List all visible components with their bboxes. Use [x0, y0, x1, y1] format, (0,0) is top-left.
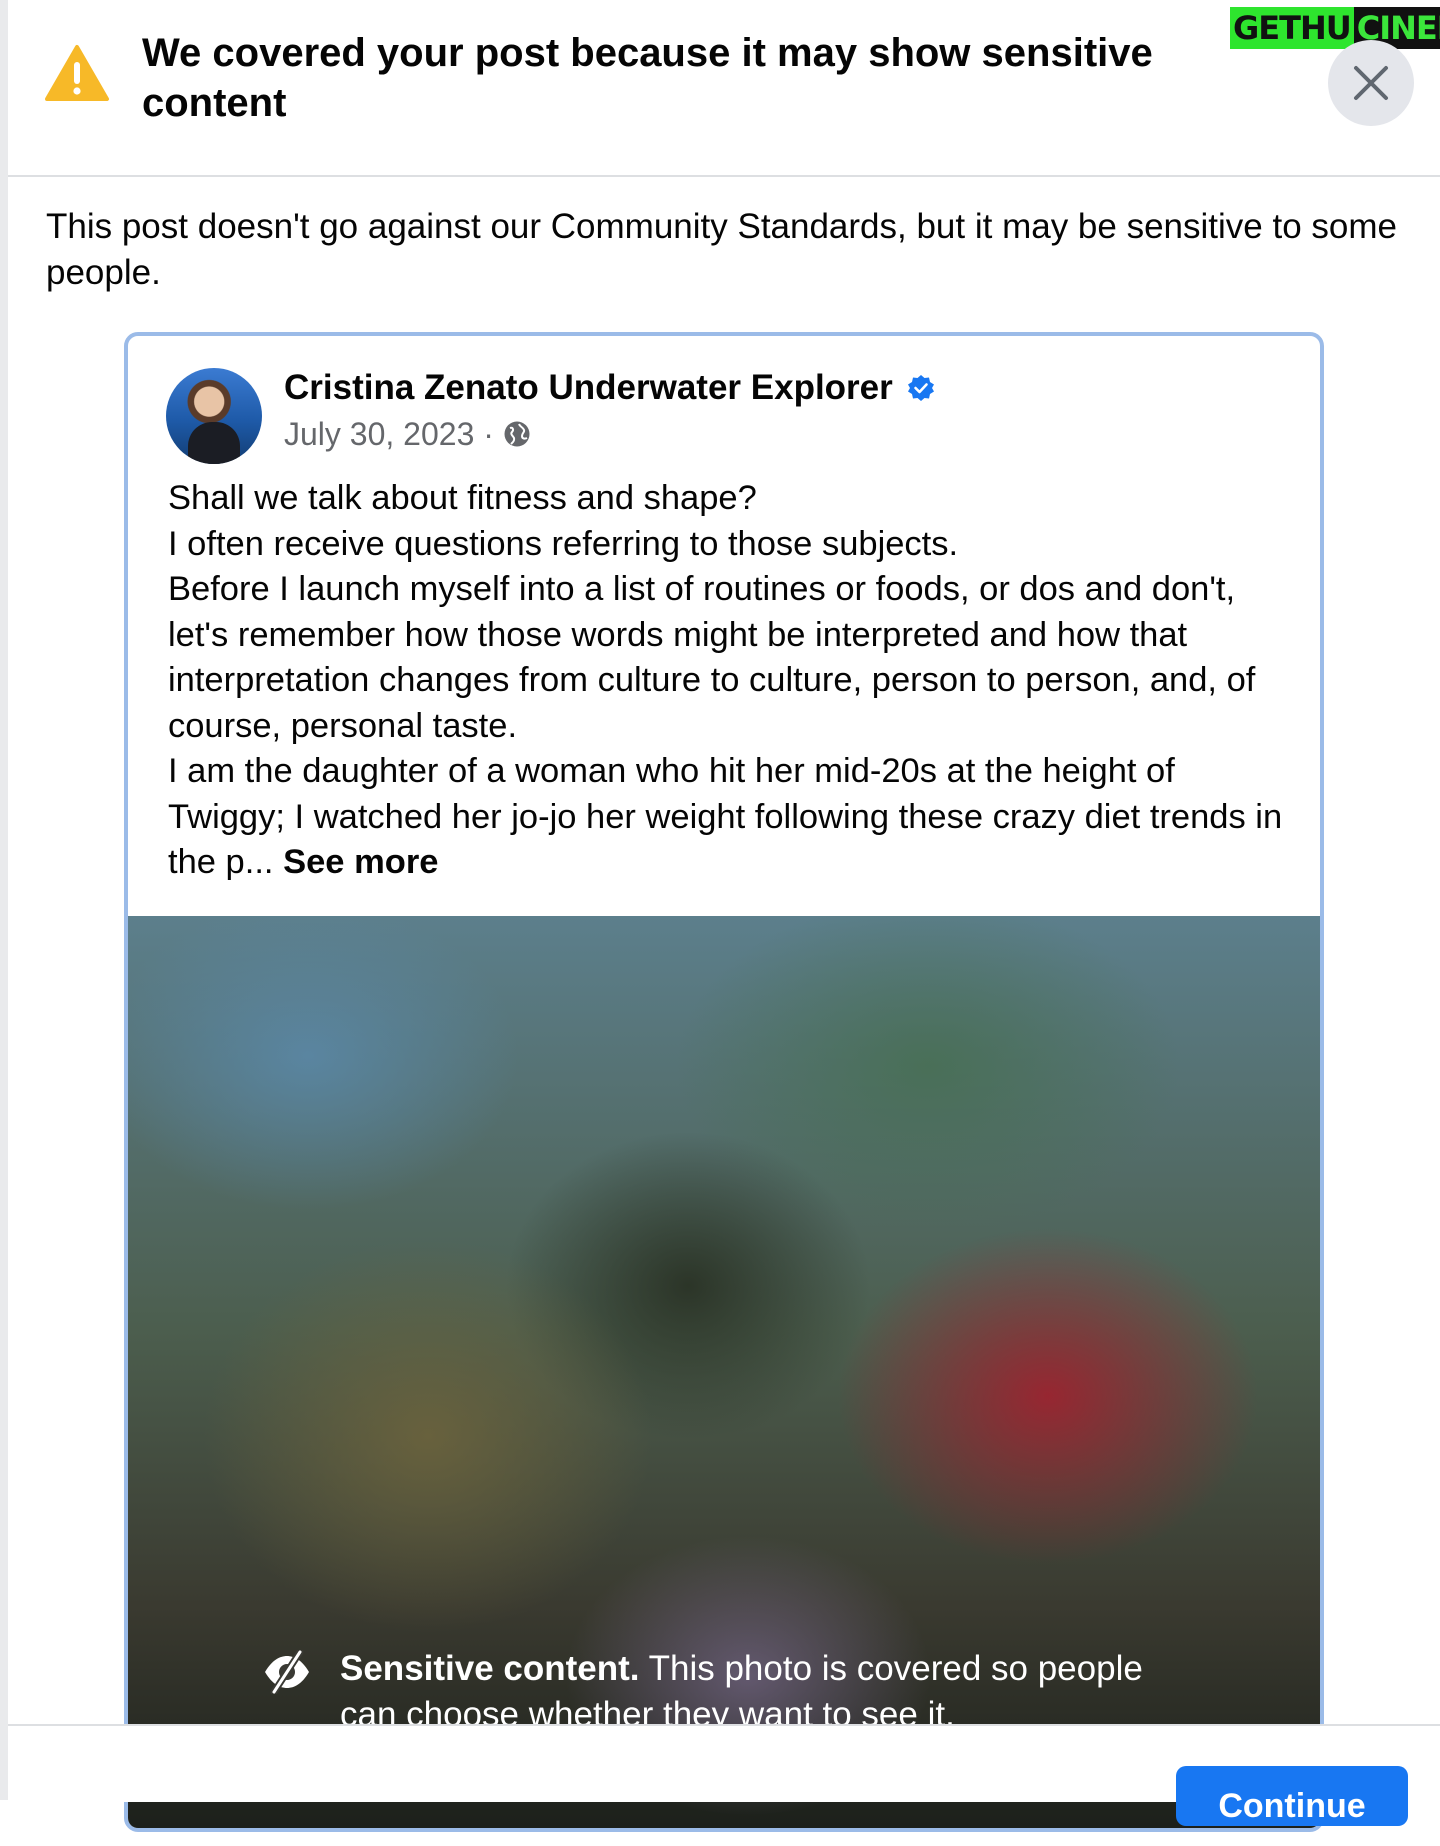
dialog-title: We covered your post because it may show… — [142, 31, 1153, 125]
eye-slash-icon — [265, 1650, 309, 1694]
sensitive-content-title: Sensitive content. — [340, 1649, 640, 1688]
avatar-figure — [188, 422, 240, 464]
post-body: Shall we talk about fitness and shape? I… — [168, 476, 1288, 886]
globe-icon — [504, 421, 530, 447]
post-author-name[interactable]: Cristina Zenato Underwater Explorer — [284, 366, 893, 410]
post-author: Cristina Zenato Underwater Explorer — [284, 366, 935, 410]
post-line: Before I launch myself into a list of ro… — [168, 570, 1256, 745]
dialog-description: This post doesn't go against our Communi… — [46, 207, 1397, 292]
continue-button[interactable]: Continue — [1176, 1766, 1408, 1826]
close-button[interactable] — [1328, 40, 1414, 126]
covered-photo[interactable]: Sensitive content. This photo is covered… — [128, 916, 1320, 1828]
warning-triangle-icon — [45, 45, 109, 101]
dialog-header: We covered your post because it may show… — [8, 0, 1440, 177]
verified-badge-icon — [907, 375, 934, 401]
post-line: I am the daughter of a woman who hit her… — [168, 749, 1288, 886]
post-card: Cristina Zenato Underwater Explorer July… — [124, 332, 1324, 1832]
see-more-link[interactable]: See more — [283, 843, 438, 881]
close-icon — [1354, 66, 1388, 100]
avatar[interactable] — [166, 368, 262, 464]
left-edge-divider — [0, 0, 8, 1800]
post-line: Shall we talk about fitness and shape? — [168, 479, 757, 517]
dialog-footer: Continue — [8, 1724, 1440, 1826]
post-date[interactable]: July 30, 2023 · — [284, 414, 494, 454]
watermark-logo: GETHU CINEMA — [1230, 0, 1440, 56]
post-meta: July 30, 2023 · — [284, 414, 532, 454]
post-line: I often receive questions referring to t… — [168, 524, 959, 563]
watermark-part-1: GETHU — [1230, 7, 1354, 49]
